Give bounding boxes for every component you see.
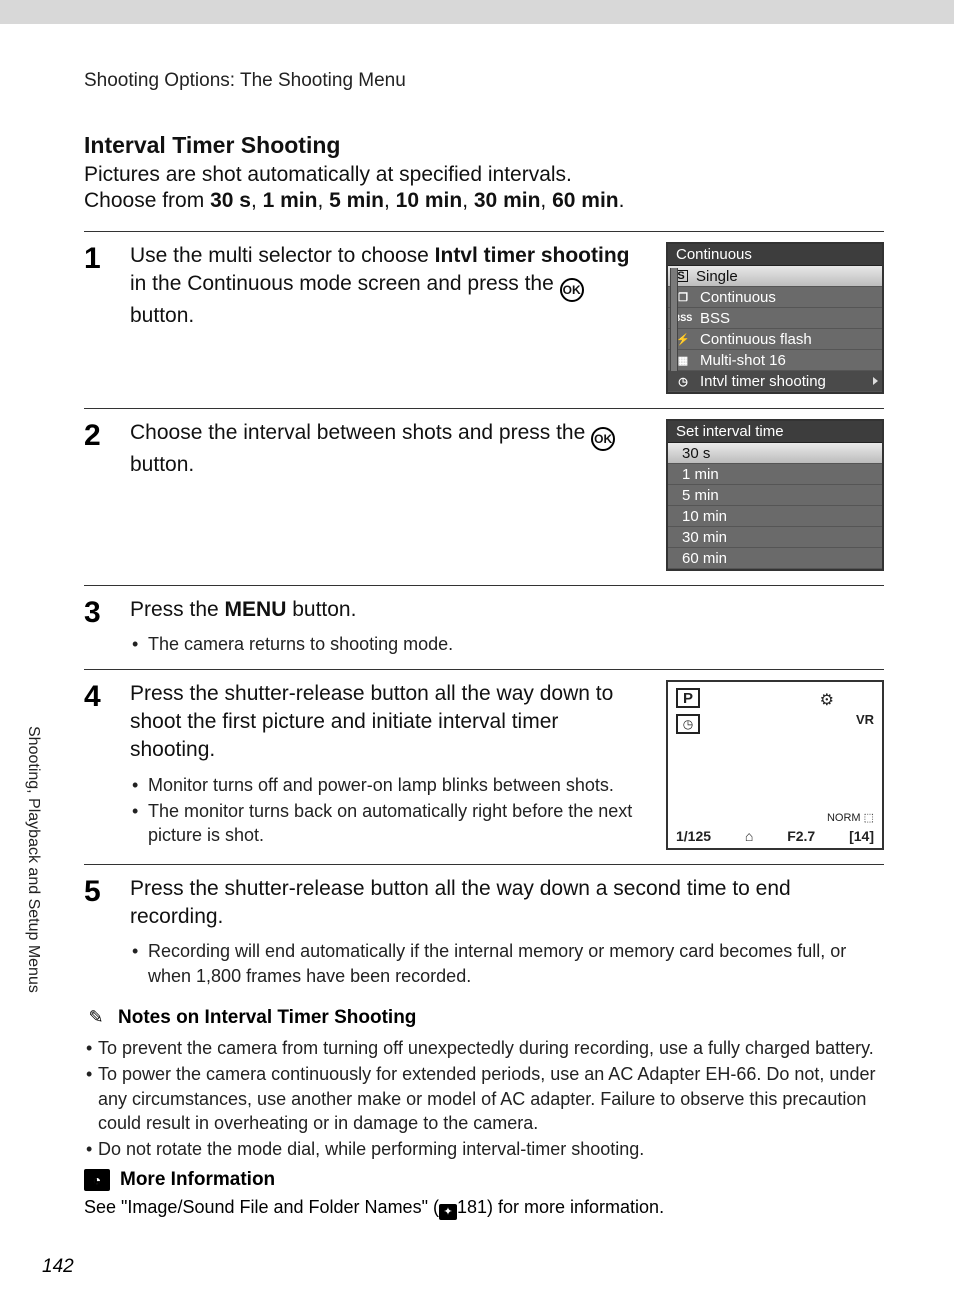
count-val: 14 [854,828,870,844]
step-5: 5 Press the shutter-release button all t… [84,865,884,998]
cflash-icon: ⚡ [674,332,692,346]
mi3: Continuous flash [700,331,812,348]
int-1min: 1 min [668,464,882,485]
ok-button-icon: OK [591,427,615,451]
opt-3: 10 min [396,189,463,212]
aperture: F2.7 [787,828,815,844]
mi1: Continuous [700,289,776,306]
s1b: Intvl timer shooting [435,244,630,267]
step-3-text: Press the MENU button. [130,596,884,624]
notes-b2: To power the camera continuously for ext… [84,1062,884,1135]
more-info-text: See "Image/Sound File and Folder Names" … [84,1197,884,1220]
s3b: button. [286,598,356,621]
int-30min: 30 min [668,527,882,548]
step-4-text: Press the shutter-release button all the… [130,680,640,765]
interval-menu-title: Set interval time [668,421,882,443]
step-1-num: 1 [84,244,112,274]
notes-block: ✎ Notes on Interval Timer Shooting To pr… [84,1006,884,1161]
s5-bullet-1: Recording will end automatically if the … [130,939,884,988]
step-3: 3 Press the MENU button. The camera retu… [84,586,884,669]
timer-icon: ◷ [676,714,700,734]
interval-menu: Set interval time 30 s 1 min 5 min 10 mi… [666,419,884,571]
menu-item-single: S Single [668,266,882,287]
step-2-num: 2 [84,421,112,451]
mi5: Intvl timer shooting [700,373,826,390]
menu-word: MENU [225,598,287,621]
norm-label: NORM ⬚ [827,811,874,824]
menu-item-bss: BSS BSS [668,308,882,329]
choose-line: Choose from 30 s, 1 min, 5 min, 10 min, … [84,189,884,213]
side-label: Shooting, Playback and Setup Menus [24,726,42,993]
more-b: ) for more information. [487,1197,664,1217]
pencil-icon: ✎ [84,1006,108,1030]
s4-bullet-1: Monitor turns off and power-on lamp blin… [130,773,640,797]
s4-bullet-2: The monitor turns back on automatically … [130,799,640,848]
more-a: See "Image/Sound File and Folder Names" … [84,1197,439,1217]
menu-item-intvl: ◷ Intvl timer shooting [668,371,882,392]
mode-p-badge: P [676,688,700,708]
menu-item-continuous: ❐ Continuous [668,287,882,308]
gear-icon: ⚙ [820,690,834,710]
page-number: 142 [42,1256,74,1278]
frame-count: [14] [849,828,874,844]
norm-val: NORM [827,812,861,824]
s1a: Use the multi selector to choose [130,244,435,267]
section-title: Interval Timer Shooting [84,132,884,159]
step-3-num: 3 [84,598,112,628]
running-head: Shooting Options: The Shooting Menu [84,70,884,92]
s2b: button. [130,453,194,476]
opt-5: 60 min [552,189,619,212]
more-info-title: More Information [120,1169,275,1191]
step-2-text: Choose the interval between shots and pr… [130,419,640,479]
bss-icon: BSS [674,311,692,325]
opt-2: 5 min [329,189,384,212]
s2a: Choose the interval between shots and pr… [130,421,591,444]
menu-item-cflash: ⚡ Continuous flash [668,329,882,350]
mi4: Multi-shot 16 [700,352,786,369]
opt-1: 1 min [263,189,318,212]
continuous-menu: Continuous S Single ❐ Continuous BSS BSS ⚡ C… [666,242,884,394]
intvl-icon: ◷ [674,374,692,388]
step-5-num: 5 [84,877,112,907]
memory-icon: ⌂ [745,828,753,844]
more-info-block: ◔ More Information See "Image/Sound File… [84,1169,884,1220]
more-page: 181 [457,1197,487,1217]
step-2: 2 Choose the interval between shots and … [84,409,884,585]
step-1-text: Use the multi selector to choose Intvl t… [130,242,640,331]
s3-bullet-1: The camera returns to shooting mode. [130,632,884,656]
multi16-icon: ▦ [674,353,692,367]
intro-line: Pictures are shot automatically at speci… [84,163,884,187]
int-30s: 30 s [668,443,882,464]
s1d: button. [130,304,194,327]
s3a: Press the [130,598,225,621]
step-4: 4 Press the shutter-release button all t… [84,670,884,864]
step-5-text: Press the shutter-release button all the… [130,875,884,932]
ok-button-icon: OK [560,278,584,302]
step-4-num: 4 [84,682,112,712]
mi2: BSS [700,310,730,327]
single-icon: S [674,270,688,282]
s1c: in the Continuous mode screen and press … [130,272,560,295]
continuous-icon: ❐ [674,290,692,304]
choose-prefix: Choose from [84,189,210,212]
vr-icon: VR [856,712,874,727]
mi0: Single [696,268,738,285]
page-ref-icon: ✦ [439,1204,457,1220]
menu-item-multi16: ▦ Multi-shot 16 [668,350,882,371]
opt-4: 30 min [474,189,541,212]
opt-0: 30 s [210,189,251,212]
step-1: 1 Use the multi selector to choose Intvl… [84,232,884,408]
shutter-speed: 1/125 [676,828,711,844]
continuous-menu-title: Continuous [668,244,882,266]
int-5min: 5 min [668,485,882,506]
camera-display: P ◷ ⚙ VR NORM ⬚ 1/125 ⌂ F2.7 [14] [666,680,884,850]
notes-b1: To prevent the camera from turning off u… [84,1036,884,1060]
int-60min: 60 min [668,548,882,569]
int-10min: 10 min [668,506,882,527]
notes-title: Notes on Interval Timer Shooting [118,1007,416,1029]
camera-info-icon: ◔ [84,1169,110,1191]
notes-b3: Do not rotate the mode dial, while perfo… [84,1137,884,1161]
